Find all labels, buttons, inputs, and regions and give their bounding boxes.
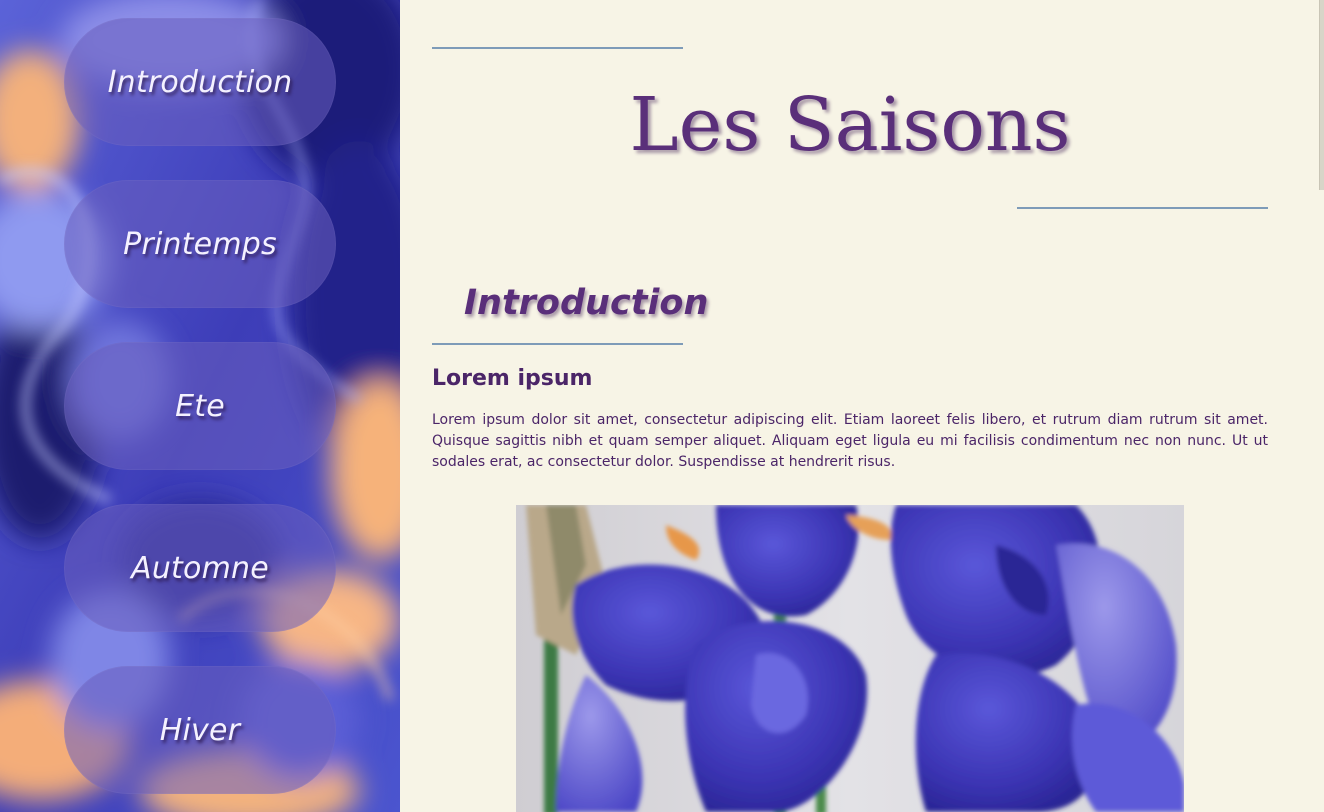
divider-section	[432, 343, 683, 345]
sidebar-item-label: Ete	[175, 388, 225, 424]
sidebar-item-label: Printemps	[123, 226, 277, 262]
main-content: Les Saisons Introduction Lorem ipsum Lor…	[400, 0, 1324, 812]
sidebar: Introduction Printemps Ete Automne Hiver	[0, 0, 400, 812]
sidebar-item-hiver[interactable]: Hiver	[64, 666, 336, 794]
sidebar-nav: Introduction Printemps Ete Automne Hiver	[64, 18, 336, 812]
divider-title	[1017, 207, 1268, 209]
sidebar-item-introduction[interactable]: Introduction	[64, 18, 336, 146]
scrollbar[interactable]	[1319, 0, 1324, 190]
divider-top	[432, 47, 683, 49]
iris-flower-image	[516, 505, 1184, 812]
article-body: Lorem ipsum dolor sit amet, consectetur …	[432, 412, 1268, 470]
sidebar-item-automne[interactable]: Automne	[64, 504, 336, 632]
sidebar-item-ete[interactable]: Ete	[64, 342, 336, 470]
page-title: Les Saisons	[629, 82, 1071, 168]
sidebar-item-label: Hiver	[159, 712, 241, 748]
sidebar-item-label: Introduction	[107, 64, 293, 100]
sidebar-item-printemps[interactable]: Printemps	[64, 180, 336, 308]
page: Introduction Printemps Ete Automne Hiver…	[0, 0, 1324, 812]
sidebar-item-label: Automne	[131, 550, 269, 586]
article-title: Lorem ipsum	[432, 366, 593, 391]
section-heading: Introduction	[464, 283, 709, 323]
